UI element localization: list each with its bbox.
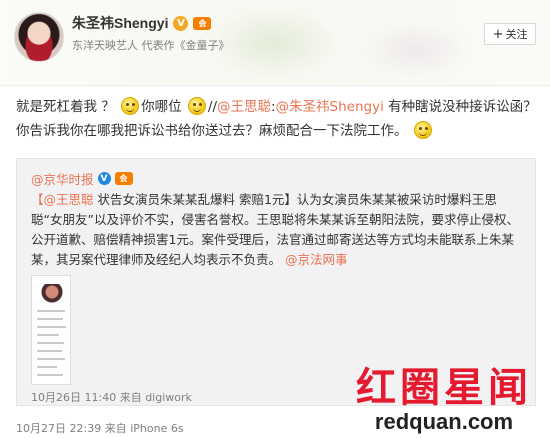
- vip-member-icon[interactable]: 会: [193, 16, 212, 30]
- post-source[interactable]: iPhone 6s: [130, 422, 183, 435]
- verified-badge-icon[interactable]: V: [97, 172, 111, 185]
- watermark-url-text: redquan.com: [374, 409, 514, 434]
- document-thumbnail-image[interactable]: [31, 275, 71, 385]
- repost-meta: 10月26日 11:40 来自 digiwork: [31, 389, 192, 405]
- repost-time[interactable]: 10月26日 11:40: [31, 391, 116, 404]
- mention-link[interactable]: @王思聪: [217, 99, 271, 115]
- post-time[interactable]: 10月27日 22:39: [16, 422, 101, 435]
- post-text-segment: //: [207, 99, 217, 115]
- smile-emoji-icon: [121, 97, 140, 115]
- mention-link[interactable]: 【@王思聪: [31, 192, 94, 207]
- smile-emoji-icon: [187, 97, 206, 115]
- user-name-row: 朱圣祎Shengyi V 会: [72, 13, 212, 33]
- verified-badge-icon[interactable]: V: [173, 15, 189, 31]
- mention-link[interactable]: @朱圣祎Shengyi: [276, 99, 384, 115]
- repost-text: 【@王思聪 状告女演员朱某某乱爆料 索赔1元】认为女演员朱某某被采访时爆料王思聪…: [31, 190, 527, 270]
- post-text-segment: 你哪位: [141, 99, 182, 115]
- post-text-segment: 就是死杠着我 ？: [16, 99, 115, 115]
- post-header: 朱圣祎Shengyi V 会 东洋天映艺人 代表作《金童子》 + 关注: [0, 0, 550, 86]
- repost-source[interactable]: digiwork: [145, 391, 192, 404]
- avatar[interactable]: [14, 12, 64, 62]
- source-prefix: 来自: [119, 391, 142, 404]
- repost-user-row: @京华时报 V 会: [31, 169, 133, 188]
- post-text: 就是死杠着我 ？ 你哪位 //@王思聪:@朱圣祎Shengyi 有种瞎说没种接诉…: [16, 95, 540, 143]
- smile-emoji-icon: [413, 121, 432, 139]
- source-prefix: 来自: [104, 422, 127, 435]
- user-name[interactable]: 朱圣祎Shengyi: [72, 13, 168, 33]
- post-meta: 10月27日 22:39 来自 iPhone 6s: [16, 420, 184, 436]
- follow-button[interactable]: + 关注: [484, 23, 536, 45]
- repost-text-segment: 状告女演员朱某某乱爆料 索赔1元】认为女演员朱某某被采访时爆料王思聪“女朋友”以…: [31, 192, 519, 267]
- follow-button-label: 关注: [505, 28, 528, 41]
- repost-user-name[interactable]: @京华时报: [31, 169, 94, 188]
- mention-link[interactable]: @京法网事: [285, 252, 348, 267]
- watermark-logo: 红圈星闻 redquan.com: [342, 366, 546, 436]
- vip-member-icon[interactable]: 会: [114, 172, 133, 185]
- weibo-post-card: 朱圣祎Shengyi V 会 东洋天映艺人 代表作《金童子》 + 关注 就是死杠…: [0, 0, 550, 438]
- header-floral-decoration: [360, 20, 470, 80]
- plus-icon: +: [492, 26, 504, 42]
- user-description: 东洋天映艺人 代表作《金童子》: [72, 39, 230, 52]
- watermark-chinese-text: 红圈星闻: [356, 364, 532, 411]
